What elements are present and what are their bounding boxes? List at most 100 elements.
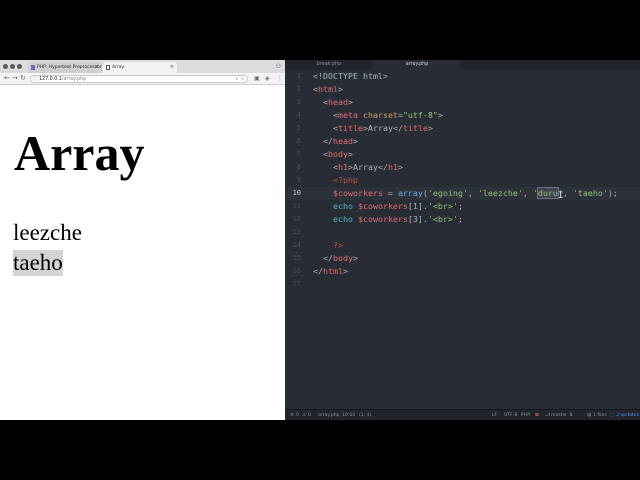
tag-name: head [328,97,348,107]
bracket: </ [323,136,333,146]
bracket: > [427,123,433,133]
tag-name: h1 [337,162,348,172]
bracket: > [437,110,443,120]
code-line-6: </head> [313,135,358,148]
comma: , [562,188,573,198]
address-path: /array.php [61,76,87,82]
extension-icon[interactable]: ▣ [254,74,260,83]
semicolon: ; [457,214,463,224]
line-number: 14 [292,241,301,249]
extension-icon[interactable]: ◈ [265,74,270,83]
profile-icon[interactable]: ⚇ [276,63,281,70]
selected-text: duru [536,187,559,199]
bracket: > [347,149,353,159]
address-bar[interactable]: ⓘ 127.0.0.1/array.php ⌕ ☆ [30,74,248,83]
status-encoding[interactable]: UTF-8 [504,410,517,420]
close-window-icon[interactable] [3,64,8,69]
tag-name: meta [337,110,358,120]
string: 'egoing' [427,188,468,198]
status-line-ending[interactable]: LF [492,410,497,420]
text-cursor-icon: I [558,191,564,201]
line-number: 6 [296,137,301,145]
line-number: 9 [296,176,301,184]
line-number-current: 10 [292,189,301,197]
close-icon[interactable]: × [170,62,174,73]
branch-icon: ⎇ [545,413,551,418]
address-host: 127.0.0.1 [39,76,62,82]
text-content: Array [352,162,378,172]
comma: , [467,188,478,198]
bracket: > [397,162,403,172]
error-icon: ⊘ [290,413,294,418]
string: 'taeho' [572,188,608,198]
close-icon[interactable]: × [95,62,99,73]
line-number: 15 [292,254,301,262]
back-icon[interactable]: ← [4,74,10,83]
bracket: </ [392,123,403,133]
sync-icon[interactable]: ⇅ [569,410,573,420]
maximize-window-icon[interactable] [17,64,22,69]
status-grammar[interactable]: PHP [521,410,530,420]
code-line-8: <h1>Array</h1> [313,161,403,174]
code-line-10: $coworkers = array('egoing', 'leezche', … [313,187,618,200]
status-selection-count: (1, 4) [359,413,372,418]
code-line-14: ?> [313,239,343,252]
browser-tab-array[interactable]: Array × [103,62,177,73]
status-files[interactable]: 1 files [593,410,607,420]
star-icon[interactable]: ☆ [241,76,245,83]
code-line-2: <html> [313,83,343,96]
tag-name: title [402,123,428,133]
code-line-1: <!DOCTYPE html> [313,70,388,83]
editor-tab-array[interactable]: array.php [373,60,461,70]
status-file-name[interactable]: array.php [318,410,340,420]
bracket: > [337,84,343,94]
warning-icon: ⚠ [302,413,307,418]
warnings-count[interactable]: 0 [308,410,311,420]
output-line: leezche [13,220,82,245]
reload-icon[interactable]: ↻ [20,74,26,83]
code-line-7: <body> [313,148,353,161]
line-number: 7 [296,150,301,158]
browser-tab-title: PHP: Hypertext Preprocessor [37,65,102,70]
line-number: 1 [296,72,301,80]
line-number: 12 [292,215,301,223]
code-line-11: echo $coworkers[1].'<br>'; [313,200,463,213]
line-number: 16 [292,267,301,275]
line-number: 17 [292,280,301,288]
problems-count[interactable]: 0 [296,410,299,420]
status-branch[interactable]: master [551,410,567,420]
minimize-window-icon[interactable] [10,64,15,69]
tag-name: head [333,136,353,146]
status-bar: ⊘ 0 ⚠ 0 array.php 10:60 (1, 4) LF UTF-8 … [285,409,640,420]
browser-tab-php[interactable]: PHP: Hypertext Preprocessor × [28,62,102,73]
status-updates[interactable]: 3 updates [616,410,639,420]
line-number: 5 [296,124,301,132]
menu-icon[interactable]: ⋮ [277,74,283,83]
code-line-16: </html> [313,265,348,278]
forward-icon[interactable]: → [12,74,18,83]
status-cursor-position[interactable]: 10:60 [342,410,355,420]
git-diff-icon: ⊠ [535,413,539,418]
line-number: 4 [296,111,301,119]
bracket: </ [323,253,333,263]
doctype: <!DOCTYPE html> [313,71,388,81]
output-line-selected: taeho [13,250,63,276]
screen: PHP: Hypertext Preprocessor × Array × ⚇ … [0,60,640,420]
browser-toolbar: ← → ↻ ⓘ 127.0.0.1/array.php ⌕ ☆ ▣ ◈ ⋮ [0,73,285,85]
php-icon [31,65,35,70]
page-icon [106,65,110,70]
editor-tab-break[interactable]: break.php [285,60,373,70]
search-icon[interactable]: ⌕ [235,76,238,83]
page-viewport: Array leezche taeho [0,85,285,420]
editor-tab-bar: break.php array.php [285,60,640,70]
variable: $coworkers [332,188,383,198]
